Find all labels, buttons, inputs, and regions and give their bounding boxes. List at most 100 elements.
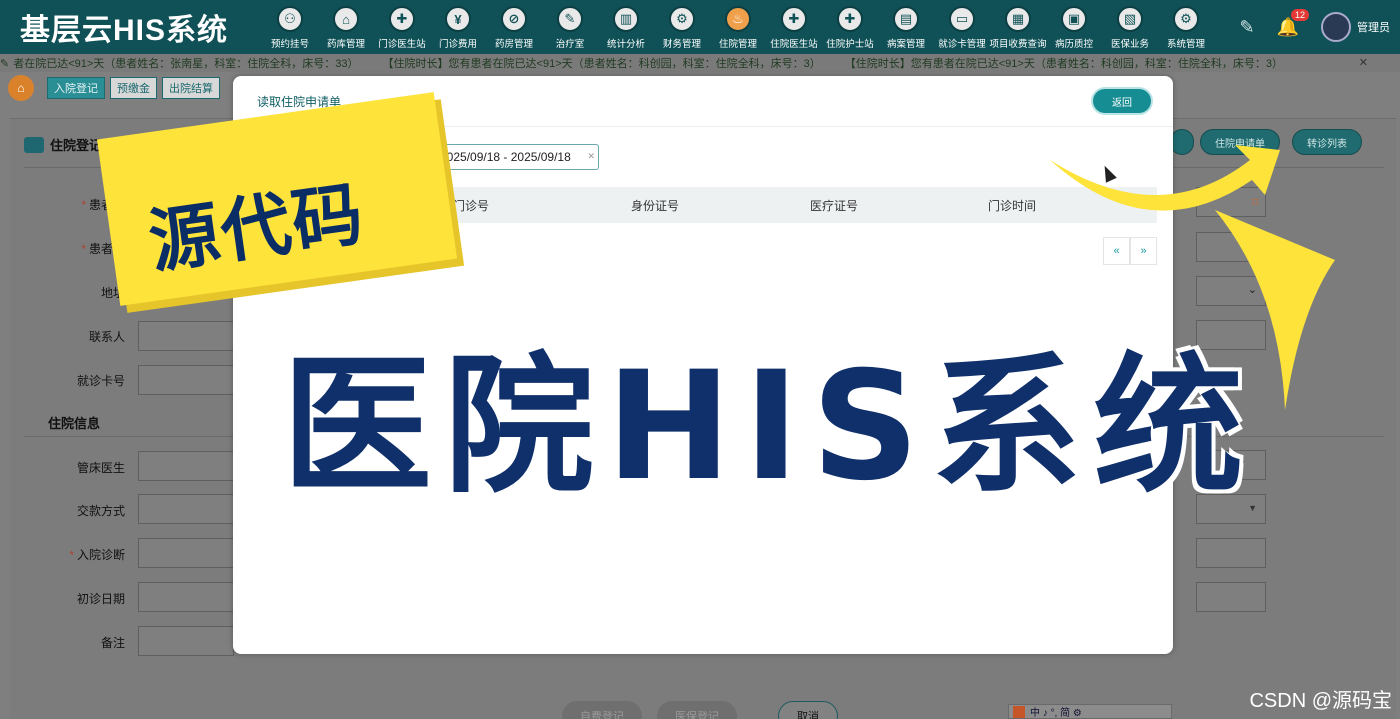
nav-label: 病案管理 (886, 39, 925, 50)
cancel-button[interactable]: 取消 (778, 701, 838, 719)
right-input[interactable] (1196, 538, 1266, 568)
notice-marquee: ✎ 者在院已达<91>天（患者姓名：张南星，科室：住院全科，床号：33） 【住院… (0, 54, 1400, 72)
nav-item-yen[interactable]: ¥ 门诊费用 (430, 0, 486, 54)
register-icon (24, 136, 44, 153)
notice-item: 【住院时长】您有患者在院已达<91>天（患者姓名：科创园，科室：住院全科，床号：… (844, 58, 1283, 70)
nav-item-settings[interactable]: ⚙ 系统管理 (1158, 0, 1214, 54)
app-title: 基层云HIS系统 (20, 14, 229, 47)
nurse-icon: ✚ (837, 6, 863, 32)
panel-title: 住院登记 (24, 135, 102, 154)
settings-icon: ⚙ (1173, 6, 1199, 32)
right-input[interactable] (1196, 582, 1266, 612)
notice-item: 者在院已达<91>天（患者姓名：张南星，科室：住院全科，床号：33） (13, 58, 359, 70)
insurance-button[interactable]: 医保登记 (657, 701, 737, 719)
admit-button[interactable]: 入院登记 (47, 77, 105, 99)
diagnosis-label: * 入院诊断 (69, 548, 125, 562)
notice-item: 【住院时长】您有患者在院已达<91>天（患者姓名：科创园，科室：住院全科，床号：… (382, 58, 821, 70)
nav-item-nurse[interactable]: ✚ 住院护士站 (822, 0, 878, 54)
nav-label: 门诊医生站 (378, 39, 426, 50)
nav-item-pill[interactable]: ⊘ 药房管理 (486, 0, 542, 54)
nav-label: 预约挂号 (270, 39, 309, 50)
ward-doctor-icon: ✚ (781, 6, 807, 32)
home-icon[interactable]: ⌂ (8, 75, 34, 101)
nav-item-quality[interactable]: ▣ 病历质控 (1046, 0, 1102, 54)
first-visit-input[interactable] (138, 582, 234, 612)
ime-toolbar: 中 ♪ °, 简 ⚙ (1008, 704, 1172, 719)
remark-input[interactable] (138, 626, 234, 656)
nav-label: 药房管理 (494, 39, 533, 50)
nav-item-ward-doctor[interactable]: ✚ 住院医生站 (766, 0, 822, 54)
card-icon: ▭ (949, 6, 975, 32)
nav-item-billing[interactable]: ▦ 项目收费查询 (989, 0, 1047, 54)
chart-icon: ▥ (613, 6, 639, 32)
bell-icon[interactable]: 🔔 12 (1277, 8, 1309, 38)
remark-label: 备注 (100, 636, 125, 650)
nav-item-warehouse[interactable]: ⌂ 药库管理 (318, 0, 374, 54)
diagnosis-input[interactable] (138, 538, 234, 568)
inpatient-icon: ♨ (725, 6, 751, 32)
payment-label: 交款方式 (76, 504, 125, 518)
column-header: 身份证号 (631, 198, 680, 213)
nav-label: 项目收费查询 (989, 39, 1047, 50)
nav-label: 住院护士站 (826, 39, 874, 50)
nav-item-doctor[interactable]: ✚ 门诊医生站 (374, 0, 430, 54)
nav-label: 门诊费用 (438, 39, 477, 50)
top-navbar: 基层云HIS系统 ⚇ 预约挂号 ⌂ 药库管理 ✚ 门诊医生站 ¥ 门诊费用 ⊘ 药房管理 ✎ 治疗室 ▥… (0, 0, 1400, 54)
nav-label: 就诊卡管理 (938, 39, 986, 50)
nav-item-treatment[interactable]: ✎ 治疗室 (542, 0, 598, 54)
column-header: 医疗证号 (810, 198, 859, 213)
ime-logo-icon (1013, 705, 1025, 718)
nav-item-calendar[interactable]: ⚇ 预约挂号 (262, 0, 318, 54)
watermark: CSDN @源码宝 (1249, 690, 1392, 712)
payment-select[interactable] (138, 494, 234, 524)
bed-doctor-input[interactable] (138, 451, 234, 481)
section-inpatient: 住院信息 (48, 416, 101, 431)
first-visit-label: 初诊日期 (76, 592, 125, 606)
discharge-button[interactable]: 出院结算 (162, 77, 220, 99)
nav-item-card[interactable]: ▭ 就诊卡管理 (934, 0, 990, 54)
nav-label: 医保业务 (1110, 39, 1149, 50)
quality-icon: ▣ (1061, 6, 1087, 32)
close-icon[interactable]: ✕ (1359, 56, 1368, 69)
nav-label: 病历质控 (1054, 39, 1093, 50)
user-menu[interactable]: 管理员 (1321, 12, 1390, 42)
nav-label: 药库管理 (326, 39, 365, 50)
arrow-decoration (1050, 145, 1335, 410)
contact-label: 联系人 (88, 330, 125, 344)
column-header: 门诊号 (453, 198, 490, 213)
nav-label: 治疗室 (555, 39, 585, 50)
clear-icon[interactable]: ✕ (587, 151, 595, 162)
pill-icon: ⊘ (501, 6, 527, 32)
nav-item-finance[interactable]: ⚙ 财务管理 (654, 0, 710, 54)
nav-label: 住院管理 (718, 39, 757, 50)
nav-label: 财务管理 (662, 39, 701, 50)
notification-badge: 12 (1290, 8, 1309, 21)
notice-icon: ✎ (0, 57, 10, 70)
contact-input[interactable] (138, 321, 234, 351)
deposit-button[interactable]: 预缴金 (110, 77, 157, 99)
nav-item-inpatient[interactable]: ♨ 住院管理 (710, 0, 766, 54)
back-button[interactable]: 返回 (1093, 89, 1151, 113)
card-no-input[interactable] (138, 365, 234, 395)
nav-item-chart[interactable]: ▥ 统计分析 (598, 0, 654, 54)
header-right: ✎ 🔔 12 管理员 (1239, 0, 1390, 54)
pen-icon[interactable]: ✎ (1239, 17, 1254, 38)
finance-icon: ⚙ (669, 6, 695, 32)
avatar (1321, 12, 1351, 42)
module-nav: ⚇ 预约挂号 ⌂ 药库管理 ✚ 门诊医生站 ¥ 门诊费用 ⊘ 药房管理 ✎ 治疗室 ▥ 统计分析 ⚙ 财务管理… (262, 0, 1214, 54)
yen-icon: ¥ (445, 6, 471, 32)
card-no-label: 就诊卡号 (76, 374, 125, 388)
nav-label: 系统管理 (1166, 39, 1205, 50)
nav-label: 住院医生站 (770, 39, 818, 50)
insurance-icon: ▧ (1117, 6, 1143, 32)
calendar-icon: ⚇ (277, 6, 303, 32)
treatment-icon: ✎ (557, 6, 583, 32)
doctor-icon: ✚ (389, 6, 415, 32)
date-range-input[interactable]: 2025/09/18 - 2025/09/18 ✕ (433, 144, 599, 170)
nav-item-record[interactable]: ▤ 病案管理 (878, 0, 934, 54)
nav-label: 统计分析 (606, 39, 645, 50)
record-icon: ▤ (893, 6, 919, 32)
nav-item-insurance[interactable]: ▧ 医保业务 (1102, 0, 1158, 54)
bed-doctor-label: 管床医生 (76, 461, 125, 475)
self-pay-button[interactable]: 自费登记 (562, 701, 642, 719)
